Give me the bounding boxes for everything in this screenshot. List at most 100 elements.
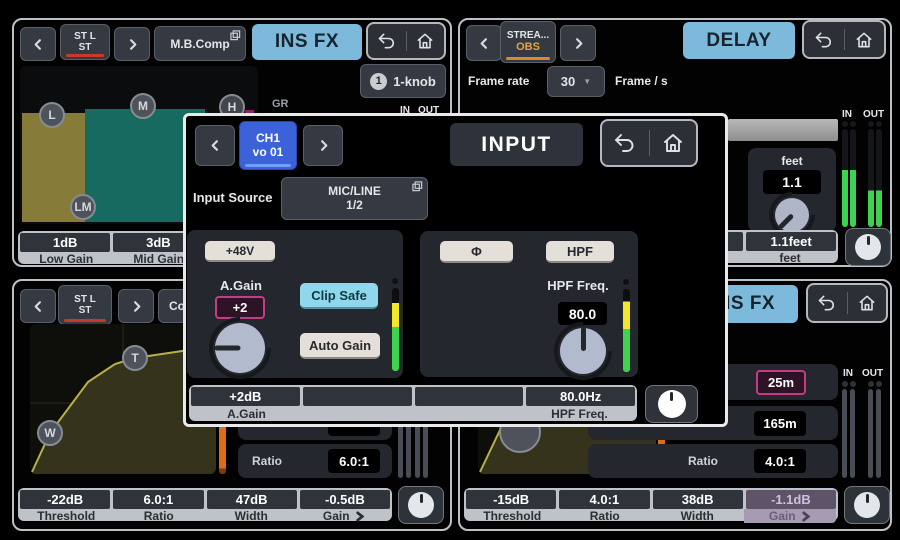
- undo-icon[interactable]: [377, 31, 397, 51]
- param-value-25m[interactable]: 25m: [756, 370, 806, 395]
- param-cell-gain[interactable]: -0.5dB: [300, 490, 390, 509]
- phase-button[interactable]: Φ: [440, 241, 513, 263]
- next-channel-button[interactable]: [114, 27, 150, 61]
- param-value-165m[interactable]: 165m: [754, 411, 806, 436]
- peak-led: [842, 121, 848, 127]
- chevron-right-icon: [800, 511, 811, 522]
- hpf-section: Φ HPF HPF Freq. 80.0: [420, 231, 638, 377]
- channel-color-bar: [64, 319, 106, 322]
- undo-icon[interactable]: [814, 30, 834, 50]
- nav-group: [806, 283, 888, 323]
- channel-select-button[interactable]: CH1 vo 01: [239, 121, 297, 170]
- ratio-row-value[interactable]: 4.0:1: [754, 449, 806, 473]
- prev-channel-button[interactable]: [20, 289, 56, 323]
- chevron-right-icon: [124, 36, 141, 53]
- source-line1: MIC/LINE: [328, 185, 381, 198]
- mid-band-handle[interactable]: M: [130, 93, 156, 119]
- param-label: Low Gain: [20, 252, 113, 266]
- threshold-handle[interactable]: T: [122, 345, 148, 371]
- nav-group: [366, 22, 446, 60]
- ratio-row-label: Ratio: [252, 454, 282, 468]
- phantom-48v-button[interactable]: +48V: [205, 241, 275, 262]
- lowmid-band-handle[interactable]: LM: [70, 194, 96, 220]
- width-handle[interactable]: W: [37, 420, 63, 446]
- home-icon[interactable]: [661, 131, 685, 155]
- channel-color-bar: [66, 54, 104, 57]
- prev-channel-button[interactable]: [466, 25, 502, 61]
- param-cell-ratio[interactable]: 6.0:1: [113, 490, 203, 509]
- home-icon[interactable]: [854, 30, 874, 50]
- next-channel-button[interactable]: [560, 25, 596, 61]
- next-channel-button[interactable]: [118, 289, 154, 323]
- peak-led: [842, 381, 848, 387]
- delay-slider[interactable]: [728, 119, 838, 141]
- one-knob-label: 1-knob: [393, 74, 436, 89]
- peak-led: [392, 278, 398, 284]
- copy-icon: [230, 30, 241, 41]
- feet-value[interactable]: 1.1: [763, 170, 821, 194]
- knob-icon: [408, 492, 434, 518]
- touch-knob-button[interactable]: [845, 228, 891, 266]
- hpf-button[interactable]: HPF: [546, 241, 614, 263]
- home-icon[interactable]: [857, 293, 877, 313]
- param-label: Width: [205, 509, 298, 523]
- param-cell-lowgain[interactable]: 1dB: [20, 233, 110, 252]
- copy-icon: [412, 181, 423, 192]
- chevron-left-icon: [207, 137, 224, 154]
- param-cell-width[interactable]: 47dB: [207, 490, 297, 509]
- param-cell-threshold[interactable]: -22dB: [20, 490, 110, 509]
- input-level-meter: [392, 288, 399, 371]
- home-icon[interactable]: [415, 31, 435, 51]
- fx-preset-button[interactable]: M.B.Comp: [154, 26, 246, 61]
- param-cell-gain-selected[interactable]: -1.1dB: [746, 490, 836, 509]
- prev-channel-button[interactable]: [195, 125, 235, 166]
- ratio-row: Ratio 6.0:1: [238, 444, 392, 478]
- ratio-row: Ratio 4.0:1: [588, 444, 838, 478]
- in-meter: [850, 129, 856, 227]
- param-cell-feet[interactable]: 1.1feet: [746, 232, 836, 251]
- ratio-row-label: Ratio: [688, 454, 718, 468]
- again-knob[interactable]: [215, 323, 265, 373]
- param-cell-ratio[interactable]: 4.0:1: [559, 490, 649, 509]
- fx-preset-label: M.B.Comp: [170, 37, 229, 51]
- channel-select-button[interactable]: STREA... OBS: [500, 21, 556, 63]
- ratio-row-value[interactable]: 6.0:1: [328, 449, 380, 473]
- param-cell-again[interactable]: +2dB: [191, 387, 300, 406]
- clip-safe-button[interactable]: Clip Safe: [300, 283, 378, 309]
- out-meter: [868, 129, 874, 227]
- channel-select-button[interactable]: ST L ST: [58, 285, 112, 325]
- param-cell[interactable]: [303, 387, 412, 406]
- touch-knob-button[interactable]: [398, 486, 444, 524]
- feet-knob[interactable]: [775, 198, 809, 232]
- one-knob-button[interactable]: 1 1-knob: [360, 64, 446, 98]
- feet-label: feet: [748, 154, 836, 168]
- frame-rate-dropdown[interactable]: 30 ▼: [547, 66, 605, 97]
- input-dialog: CH1 vo 01 INPUT Input Source MIC/LINE 1/…: [183, 113, 728, 427]
- knob-icon: [658, 390, 686, 418]
- undo-icon[interactable]: [613, 131, 637, 155]
- input-source-button[interactable]: MIC/LINE 1/2: [281, 177, 428, 220]
- param-cell-threshold[interactable]: -15dB: [466, 490, 556, 509]
- low-band-handle[interactable]: L: [39, 102, 65, 128]
- channel-name-line2: ST: [79, 42, 92, 53]
- nav-group: [600, 119, 698, 167]
- peak-led: [623, 279, 629, 285]
- touch-knob-button[interactable]: [645, 385, 698, 423]
- out-label: OUT: [862, 368, 883, 379]
- param-cell[interactable]: [415, 387, 524, 406]
- param-cell-width[interactable]: 38dB: [653, 490, 743, 509]
- auto-gain-button[interactable]: Auto Gain: [300, 333, 380, 359]
- divider: [844, 29, 845, 50]
- channel-color-bar: [506, 57, 550, 60]
- channel-name-line1: ST L: [74, 31, 96, 42]
- peak-led: [850, 381, 856, 387]
- next-channel-button[interactable]: [303, 125, 343, 166]
- channel-select-button[interactable]: ST L ST: [60, 24, 110, 60]
- touch-knob-button[interactable]: [844, 486, 890, 524]
- param-label: Threshold: [466, 509, 559, 523]
- prev-channel-button[interactable]: [20, 27, 56, 61]
- channel-name-line1: ST L: [74, 294, 96, 305]
- undo-icon[interactable]: [817, 293, 837, 313]
- hpf-freq-knob[interactable]: [560, 328, 606, 374]
- param-cell-hpf-freq[interactable]: 80.0Hz: [526, 387, 635, 406]
